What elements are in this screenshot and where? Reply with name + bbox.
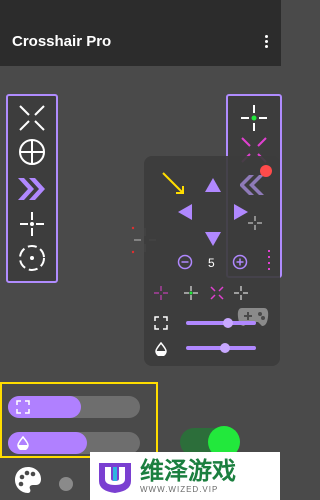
brightness-icon[interactable]	[52, 470, 80, 498]
circle-dotted-icon[interactable]	[16, 242, 48, 274]
recording-dot-icon	[260, 165, 272, 177]
palette-icon[interactable]	[12, 464, 44, 496]
small-white-crosshair-icon[interactable]	[232, 284, 250, 302]
plus-circle-icon[interactable]	[232, 254, 248, 270]
watermark-title: 维泽游戏	[140, 457, 236, 485]
gray-cross-icon[interactable]	[246, 214, 264, 232]
size-bar[interactable]	[8, 396, 140, 418]
watermark-subtitle: WWW.WIZED.VIP	[140, 484, 219, 494]
opacity-slider-knob[interactable]	[219, 343, 230, 353]
expand-icon	[16, 400, 30, 414]
pointer-arrow-icon	[162, 172, 184, 194]
app-title: Crosshair Pro	[12, 33, 112, 50]
crosshair-style-panel-left	[6, 94, 58, 283]
arrow-up-icon[interactable]	[203, 176, 223, 194]
opacity-drop-icon	[155, 342, 167, 356]
size-slider-knob[interactable]	[223, 318, 233, 328]
magenta-dotted-icon[interactable]	[262, 248, 276, 272]
quick-settings-box	[0, 382, 158, 458]
opacity-drop-icon	[17, 436, 29, 450]
small-magenta-x-icon[interactable]	[208, 284, 226, 302]
opacity-slider[interactable]	[186, 343, 256, 353]
small-crosshair-icon[interactable]	[152, 284, 170, 302]
watermark-banner: 维泽游戏 WWW.WIZED.VIP	[90, 452, 280, 500]
app-bar: Crosshair Pro	[0, 0, 281, 66]
opacity-bar[interactable]	[8, 432, 140, 454]
arrow-down-icon[interactable]	[203, 230, 223, 248]
expand-icon	[154, 316, 168, 330]
size-slider[interactable]	[186, 318, 256, 328]
watermark-logo-icon	[99, 463, 131, 493]
watermark-text: 维泽游戏 WWW.WIZED.VIP	[134, 457, 236, 494]
minus-circle-icon[interactable]	[177, 254, 193, 270]
stepper-value: 5	[208, 256, 215, 270]
small-green-crosshair-icon[interactable]	[182, 284, 200, 302]
gamepad-icon	[237, 308, 269, 326]
arrow-left-icon[interactable]	[176, 202, 194, 222]
more-vert-icon[interactable]	[261, 33, 271, 49]
x-cross-icon[interactable]	[16, 102, 48, 134]
green-dot-cross-icon[interactable]	[238, 102, 270, 134]
dot-cross-icon[interactable]	[16, 208, 48, 240]
chevron-double-right-icon[interactable]	[14, 174, 48, 204]
scope-circle-icon[interactable]	[16, 136, 48, 168]
